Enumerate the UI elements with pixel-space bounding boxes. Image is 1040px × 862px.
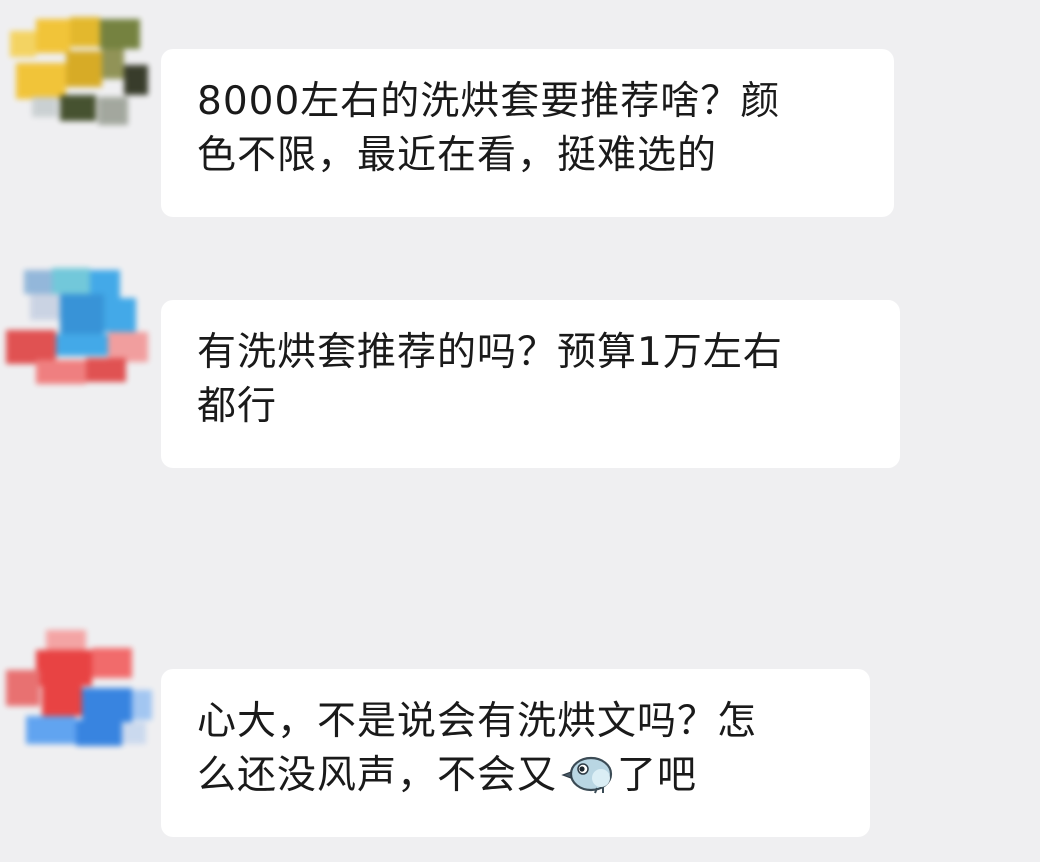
bird-icon bbox=[561, 752, 613, 794]
message-bubble[interactable]: 心大，不是说会有洗烘文吗？怎 么还没风声，不会又 了吧 bbox=[161, 669, 870, 837]
message-text-line: 有洗烘套推荐的吗？预算1万左右 bbox=[197, 330, 783, 375]
message-bubble[interactable]: 8000左右的洗烘套要推荐啥？颜 色不限，最近在看，挺难选的 bbox=[161, 49, 894, 217]
avatar[interactable] bbox=[6, 628, 156, 758]
message-text-line: 都行 bbox=[197, 384, 278, 429]
chat-history: 8000左右的洗烘套要推荐啥？颜 色不限，最近在看，挺难选的 有洗烘套推荐的吗？… bbox=[0, 0, 1040, 862]
message-text-fragment: 么还没风声，不会又 bbox=[197, 753, 558, 798]
avatar[interactable] bbox=[6, 262, 156, 392]
message-text-line: 么还没风声，不会又 了吧 bbox=[197, 749, 836, 803]
message-text-line: 心大，不是说会有洗烘文吗？怎 bbox=[197, 699, 758, 744]
avatar[interactable] bbox=[6, 5, 156, 135]
message-text-fragment: 了吧 bbox=[617, 753, 698, 798]
message-text-line: 8000左右的洗烘套要推荐啥？颜 bbox=[197, 79, 781, 124]
message-text-line: 色不限，最近在看，挺难选的 bbox=[197, 133, 718, 178]
message-bubble[interactable]: 有洗烘套推荐的吗？预算1万左右 都行 bbox=[161, 300, 900, 468]
